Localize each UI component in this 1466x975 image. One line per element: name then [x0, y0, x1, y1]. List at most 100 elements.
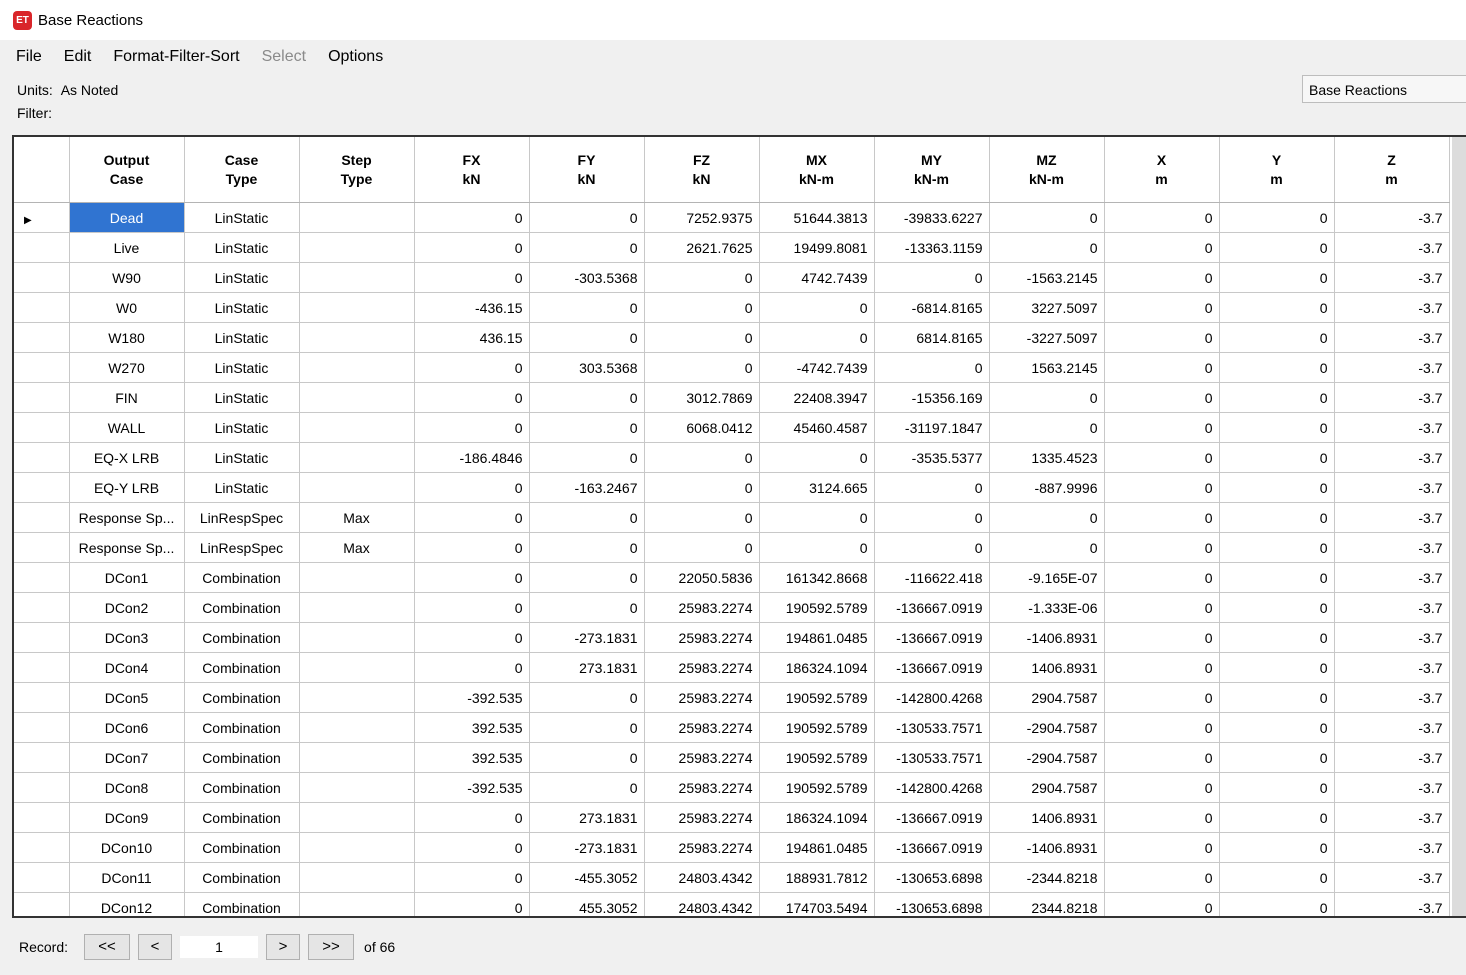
table-cell[interactable]: 0	[1219, 712, 1335, 743]
table-row[interactable]: DCon9 Combination 0 273.1831 25983.2274 18632…	[14, 802, 1450, 833]
last-record-button[interactable]: >>	[308, 933, 355, 960]
table-cell[interactable]: LinStatic	[184, 382, 300, 413]
table-cell[interactable]: LinStatic	[184, 322, 300, 353]
table-cell[interactable]: -3.7	[1334, 832, 1450, 863]
table-cell[interactable]: -163.2467	[529, 472, 645, 503]
table-cell[interactable]: 161342.8668	[759, 562, 875, 593]
table-cell[interactable]: 0	[1104, 322, 1220, 353]
table-cell[interactable]: EQ-Y LRB	[69, 472, 185, 503]
table-cell[interactable]: LinStatic	[184, 442, 300, 473]
table-cell[interactable]: 0	[414, 262, 530, 293]
table-cell[interactable]: 0	[1104, 232, 1220, 263]
table-cell[interactable]: 0	[759, 292, 875, 323]
table-cell[interactable]: 186324.1094	[759, 652, 875, 683]
table-cell[interactable]: DCon11	[69, 862, 185, 893]
table-cell[interactable]: -273.1831	[529, 832, 645, 863]
table-cell[interactable]	[299, 742, 415, 773]
table-cell[interactable]: Combination	[184, 652, 300, 683]
row-selector[interactable]	[14, 442, 70, 473]
table-cell[interactable]: -136667.0919	[874, 622, 990, 653]
table-cell[interactable]: 188931.7812	[759, 862, 875, 893]
table-row[interactable]: DCon10 Combination 0 -273.1831 25983.2274 194…	[14, 832, 1450, 863]
table-cell[interactable]: -2904.7587	[989, 712, 1105, 743]
table-cell[interactable]: 0	[1219, 832, 1335, 863]
record-number-input[interactable]: 1	[180, 935, 259, 958]
table-cell[interactable]: 1563.2145	[989, 352, 1105, 383]
table-row[interactable]: DCon2 Combination 0 0 25983.2274 190592.5789-…	[14, 592, 1450, 623]
table-row[interactable]: DCon4 Combination 0 273.1831 25983.2274 18632…	[14, 652, 1450, 683]
table-cell[interactable]: Max	[299, 502, 415, 533]
table-cell[interactable]: -2344.8218	[989, 862, 1105, 893]
table-cell[interactable]: -303.5368	[529, 262, 645, 293]
table-cell[interactable]: 0	[644, 442, 760, 473]
table-row[interactable]: Live LinStatic 0 0 2621.7625 19499.8081 -13363…	[14, 232, 1450, 263]
table-cell[interactable]: 0	[1219, 382, 1335, 413]
table-cell[interactable]: 0	[1104, 502, 1220, 533]
table-cell[interactable]: 0	[1219, 742, 1335, 773]
table-cell[interactable]: 0	[989, 232, 1105, 263]
table-cell[interactable]: 0	[1104, 652, 1220, 683]
table-cell[interactable]: 22408.3947	[759, 382, 875, 413]
table-cell[interactable]: -1563.2145	[989, 262, 1105, 293]
table-cell[interactable]: 0	[1104, 352, 1220, 383]
table-cell[interactable]: W0	[69, 292, 185, 323]
table-cell[interactable]: 190592.5789	[759, 742, 875, 773]
table-cell[interactable]: Combination	[184, 802, 300, 833]
table-cell[interactable]	[299, 352, 415, 383]
table-cell[interactable]: -116622.418	[874, 562, 990, 593]
table-cell[interactable]: 51644.3813	[759, 202, 875, 233]
table-cell[interactable]	[299, 892, 415, 916]
table-cell[interactable]: -3.7	[1334, 862, 1450, 893]
table-cell[interactable]: -9.165E-07	[989, 562, 1105, 593]
table-cell[interactable]	[299, 712, 415, 743]
table-cell[interactable]: LinStatic	[184, 232, 300, 263]
table-cell[interactable]: 0	[1219, 862, 1335, 893]
table-cell[interactable]: Combination	[184, 562, 300, 593]
table-cell[interactable]: 273.1831	[529, 802, 645, 833]
table-row[interactable]: EQ-Y LRB LinStatic 0 -163.2467 0 3124.665 0 -88…	[14, 472, 1450, 503]
table-cell[interactable]: 0	[414, 382, 530, 413]
column-header[interactable]: Output Case	[69, 137, 185, 203]
table-row[interactable]: W90 LinStatic 0 -303.5368 0 4742.7439 0 -1563.2…	[14, 262, 1450, 293]
table-cell[interactable]: 0	[759, 502, 875, 533]
table-cell[interactable]: 0	[1219, 442, 1335, 473]
table-cell[interactable]: LinStatic	[184, 352, 300, 383]
row-selector[interactable]	[14, 592, 70, 623]
table-cell[interactable]: -3.7	[1334, 712, 1450, 743]
table-cell[interactable]: -3.7	[1334, 892, 1450, 916]
table-cell[interactable]: 0	[874, 532, 990, 563]
table-cell[interactable]: 25983.2274	[644, 592, 760, 623]
vertical-scrollbar[interactable]	[1452, 137, 1466, 916]
row-selector[interactable]	[14, 382, 70, 413]
column-header[interactable]: Zm	[1334, 137, 1450, 203]
table-row[interactable]: DCon6 Combination 392.535 0 25983.2274 190592…	[14, 712, 1450, 743]
table-cell[interactable]: -3.7	[1334, 412, 1450, 443]
table-cell[interactable]: 0	[414, 202, 530, 233]
column-header[interactable]: Case Type	[184, 137, 300, 203]
table-cell[interactable]: Dead	[69, 202, 185, 233]
table-cell[interactable]: 1406.8931	[989, 802, 1105, 833]
table-cell[interactable]: WALL	[69, 412, 185, 443]
table-cell[interactable]: -3.7	[1334, 772, 1450, 803]
table-cell[interactable]: 0	[989, 202, 1105, 233]
row-selector[interactable]	[14, 862, 70, 893]
table-cell[interactable]: -39833.6227	[874, 202, 990, 233]
table-cell[interactable]: 303.5368	[529, 352, 645, 383]
table-cell[interactable]: 190592.5789	[759, 772, 875, 803]
row-selector[interactable]: ▶	[14, 202, 70, 233]
table-cell[interactable]: 0	[1104, 832, 1220, 863]
table-cell[interactable]: 7252.9375	[644, 202, 760, 233]
table-cell[interactable]: 0	[874, 502, 990, 533]
table-cell[interactable]: 0	[1219, 292, 1335, 323]
table-cell[interactable]	[299, 832, 415, 863]
table-cell[interactable]: 0	[1104, 802, 1220, 833]
table-cell[interactable]: -186.4846	[414, 442, 530, 473]
table-cell[interactable]: 0	[414, 622, 530, 653]
table-cell[interactable]: W270	[69, 352, 185, 383]
table-cell[interactable]: 0	[1219, 772, 1335, 803]
table-cell[interactable]: 0	[1219, 622, 1335, 653]
table-cell[interactable]: 25983.2274	[644, 682, 760, 713]
table-cell[interactable]: -2904.7587	[989, 742, 1105, 773]
table-cell[interactable]: 2344.8218	[989, 892, 1105, 916]
table-cell[interactable]: 0	[1219, 892, 1335, 916]
